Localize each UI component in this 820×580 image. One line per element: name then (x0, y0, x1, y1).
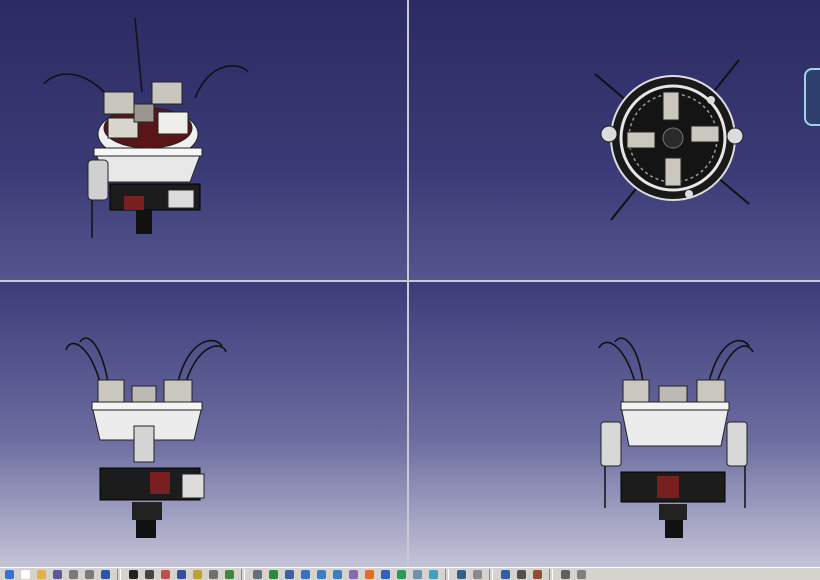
viewport-isometric[interactable] (0, 0, 407, 280)
bottom-toolbar (0, 567, 820, 580)
fly-mode-button[interactable] (250, 568, 264, 580)
select-arrow-button[interactable] (2, 568, 16, 580)
material-button[interactable] (470, 568, 484, 580)
normal-view-icon (348, 569, 358, 579)
undo-icon (68, 569, 78, 579)
zoom-in-icon (316, 569, 326, 579)
toolbar-separator (445, 568, 449, 580)
fit-all-button[interactable] (266, 568, 280, 580)
multi-view-icon (364, 569, 374, 579)
measure-item-button[interactable] (514, 568, 528, 580)
rotate-button[interactable] (142, 568, 156, 580)
constraint-icon (192, 569, 202, 579)
render-icon (456, 569, 466, 579)
help-icon (100, 569, 110, 579)
bolt-icon (208, 569, 218, 579)
iso-view-icon (380, 569, 390, 579)
viewport-side[interactable] (409, 282, 820, 567)
apply-material-icon (532, 569, 542, 579)
part-icon (224, 569, 234, 579)
redo-icon (84, 569, 94, 579)
part-button[interactable] (222, 568, 236, 580)
tools-icon (560, 569, 570, 579)
hide-show-button[interactable] (410, 568, 424, 580)
measure-item-icon (516, 569, 526, 579)
open-folder-button[interactable] (34, 568, 48, 580)
tools-button[interactable] (558, 568, 572, 580)
fit-all-icon (268, 569, 278, 579)
zoom-out-icon (332, 569, 342, 579)
viewport-front[interactable] (0, 282, 407, 567)
toolbar-separator (117, 568, 121, 580)
vertical-splitter[interactable] (407, 0, 409, 567)
new-document-icon (20, 569, 30, 579)
material-icon (472, 569, 482, 579)
sketch-curve-button[interactable] (126, 568, 140, 580)
fly-mode-icon (252, 569, 262, 579)
undo-button[interactable] (66, 568, 80, 580)
horizontal-splitter[interactable] (0, 280, 820, 282)
settings-button[interactable] (574, 568, 588, 580)
sketch-curve-icon (128, 569, 138, 579)
top-model-view (594, 59, 750, 221)
shading-button[interactable] (394, 568, 408, 580)
viewport-top[interactable] (409, 0, 820, 280)
save-icon (52, 569, 62, 579)
normal-view-button[interactable] (346, 568, 360, 580)
multi-view-button[interactable] (362, 568, 376, 580)
constraint-button[interactable] (190, 568, 204, 580)
zoom-out-button[interactable] (330, 568, 344, 580)
front-model-view (65, 337, 227, 538)
pan-icon (284, 569, 294, 579)
table-button[interactable] (174, 568, 188, 580)
apply-material-button[interactable] (530, 568, 544, 580)
table-icon (176, 569, 186, 579)
toolbar-separator (489, 568, 493, 580)
iso-view-button[interactable] (378, 568, 392, 580)
rotate-view-icon (300, 569, 310, 579)
help-button[interactable] (98, 568, 112, 580)
bolt-button[interactable] (206, 568, 220, 580)
open-folder-icon (36, 569, 46, 579)
measure-between-icon (500, 569, 510, 579)
pan-button[interactable] (282, 568, 296, 580)
toolbar-separator (241, 568, 245, 580)
side-model-view (598, 337, 754, 538)
render-button[interactable] (454, 568, 468, 580)
catia-workspace (0, 0, 820, 580)
new-document-button[interactable] (18, 568, 32, 580)
hide-show-icon (412, 569, 422, 579)
redo-button[interactable] (82, 568, 96, 580)
settings-icon (576, 569, 586, 579)
measure-between-button[interactable] (498, 568, 512, 580)
shading-icon (396, 569, 406, 579)
swap-space-button[interactable] (426, 568, 440, 580)
compass-widget[interactable] (804, 68, 820, 126)
rotate-view-button[interactable] (298, 568, 312, 580)
rotate-icon (144, 569, 154, 579)
select-arrow-icon (4, 569, 14, 579)
toolbar-separator (549, 568, 553, 580)
measure-icon (160, 569, 170, 579)
save-button[interactable] (50, 568, 64, 580)
zoom-in-button[interactable] (314, 568, 328, 580)
isometric-model-view (43, 17, 249, 238)
measure-button[interactable] (158, 568, 172, 580)
swap-space-icon (428, 569, 438, 579)
